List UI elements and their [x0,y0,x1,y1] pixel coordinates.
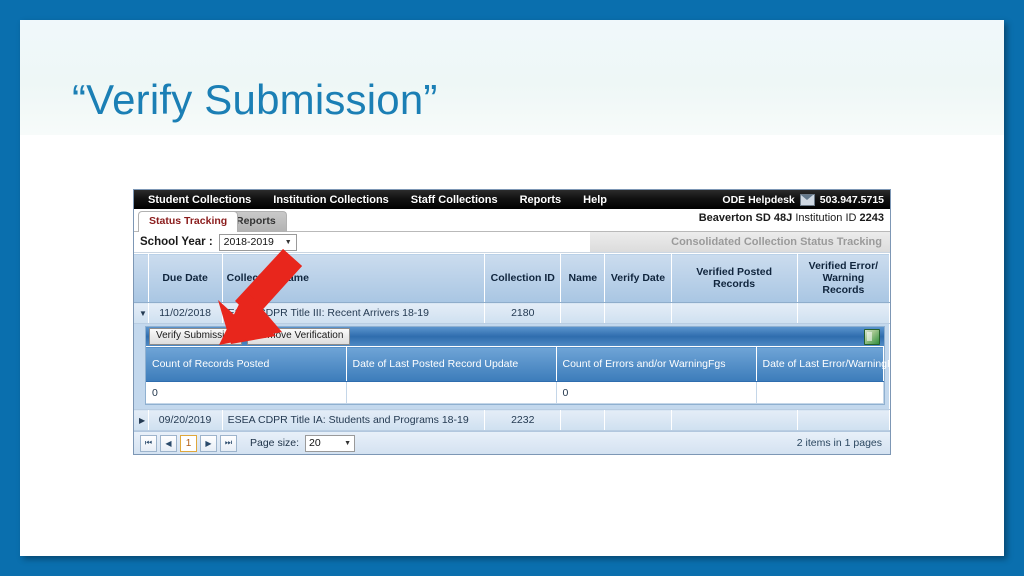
detail-cell-count-records-posted: 0 [146,381,347,404]
cell-collection-id: 2232 [484,409,562,431]
institution-id-value: 2243 [859,212,884,224]
table-row[interactable]: ▶ 09/20/2019 ESEA CDPR Title IA: Student… [134,409,891,431]
detail-column-header-date-last-error-update: Date of Last Error/WarningFg Update [756,346,889,382]
cell-verify-date [604,302,672,324]
column-header-name[interactable]: Name [560,253,606,303]
chevron-down-icon: ▼ [284,238,292,246]
cell-verified-error-warning-records [797,302,891,324]
main-navbar: Student Collections Institution Collecti… [134,190,890,209]
column-header-due-date[interactable]: Due Date [148,253,223,303]
web-application-screenshot: Student Collections Institution Collecti… [133,189,891,455]
school-year-value: 2018-2019 [223,236,274,248]
detail-cell: Verify Submission Remove Verification Co… [134,323,890,410]
cell-due-date: 09/20/2019 [148,409,223,431]
detail-cell-date-last-error-update [756,381,884,404]
page-size-select[interactable]: 20 ▼ [305,434,356,452]
detail-header-row: Count of Records Posted Date of Last Pos… [146,346,889,382]
nav-item-help[interactable]: Help [583,194,607,206]
pager-prev-button[interactable]: ◀ [160,434,177,452]
cell-verified-posted-records [671,302,798,324]
page-size-value: 20 [309,437,321,449]
detail-toolbar: Verify Submission Remove Verification [146,327,884,346]
nav-item-institution-collections[interactable]: Institution Collections [273,194,389,206]
header-expander-spacer [134,253,149,303]
nav-item-reports[interactable]: Reports [520,194,562,206]
collection-table: Due Date Collection Name Collection ID N… [134,253,891,431]
grid-pager: ⏮ ◀ 1 ▶ ⏭ Page size: 20 ▼ 2 items in 1 p… [134,431,890,454]
helpdesk-phone: 503.947.5715 [819,193,884,206]
detail-cell-date-last-posted-update [346,381,557,404]
detail-column-header-date-last-posted-update: Date of Last Posted Record Update [346,346,557,382]
cell-name [560,302,606,324]
tab-status-tracking[interactable]: Status Tracking [138,211,239,232]
tab-strip: Status Tracking Reports Beaverton SD 48J… [134,209,890,232]
remove-verification-button[interactable]: Remove Verification [247,328,351,345]
submission-detail-panel: Verify Submission Remove Verification Co… [145,326,889,405]
table-row[interactable]: ▼ 11/02/2018 ESEA CDPR Title III: Recent… [134,302,891,324]
detail-cell-count-errors-warnings: 0 [556,381,757,404]
pager-items-info: 2 items in 1 pages [796,437,882,449]
verify-submission-button[interactable]: Verify Submission [149,328,243,345]
cell-verified-error-warning-records [797,409,891,431]
navbar-contact-group: ODE Helpdesk 503.947.5715 [722,193,884,206]
slide: “Verify Submission” Student Collections … [20,20,1004,556]
cell-verified-posted-records [671,409,798,431]
row-expander-toggle[interactable]: ▼ [134,302,149,324]
column-header-verified-posted-records[interactable]: Verified Posted Records [671,253,798,303]
detail-data-row: 0 0 [146,381,884,404]
detail-row: Verify Submission Remove Verification Co… [134,323,890,410]
collection-status-grid: Due Date Collection Name Collection ID N… [134,253,891,431]
institution-id-label: Institution ID [795,212,857,224]
submission-detail-table: Count of Records Posted Date of Last Pos… [146,346,889,404]
cell-due-date: 11/02/2018 [148,302,223,324]
cell-collection-name: ESEA CDPR Title IA: Students and Program… [222,409,486,431]
school-year-label: School Year : [140,236,213,248]
school-year-filter-bar: School Year : 2018-2019 ▼ Consolidated C… [134,232,890,253]
row-expander-toggle[interactable]: ▶ [134,409,149,431]
chevron-down-icon: ▼ [344,439,352,447]
page-title: “Verify Submission” [72,76,438,123]
column-header-collection-id[interactable]: Collection ID [484,253,562,303]
nav-item-student-collections[interactable]: Student Collections [148,194,251,206]
column-header-verify-date[interactable]: Verify Date [604,253,672,303]
nav-item-staff-collections[interactable]: Staff Collections [411,194,498,206]
organization-name: Beaverton SD 48J [698,212,793,224]
column-header-collection-name[interactable]: Collection Name [222,253,486,303]
detail-column-header-count-records-posted: Count of Records Posted [146,346,347,382]
cell-collection-id: 2180 [484,302,562,324]
cell-name [560,409,606,431]
pager-last-button[interactable]: ⏭ [220,434,237,452]
module-banner: Consolidated Collection Status Tracking [590,232,890,252]
school-year-select[interactable]: 2018-2019 ▼ [218,233,297,251]
detail-column-header-count-errors-warnings: Count of Errors and/or WarningFgs [556,346,757,382]
cell-collection-name: ESEA CDPR Title III: Recent Arrivers 18-… [222,302,486,324]
organization-info: Beaverton SD 48J Institution ID 2243 [699,212,884,224]
pager-page-1-button[interactable]: 1 [180,434,197,452]
pager-first-button[interactable]: ⏮ [140,434,157,452]
page-size-label: Page size: [250,437,300,449]
table-header-row: Due Date Collection Name Collection ID N… [134,253,891,303]
column-header-verified-error-warning-records[interactable]: Verified Error/ Warning Records [797,253,891,303]
excel-export-icon[interactable] [864,329,880,345]
pager-next-button[interactable]: ▶ [200,434,217,452]
mail-icon[interactable] [799,193,815,206]
cell-verify-date [604,409,672,431]
ode-helpdesk-link[interactable]: ODE Helpdesk [722,194,794,206]
